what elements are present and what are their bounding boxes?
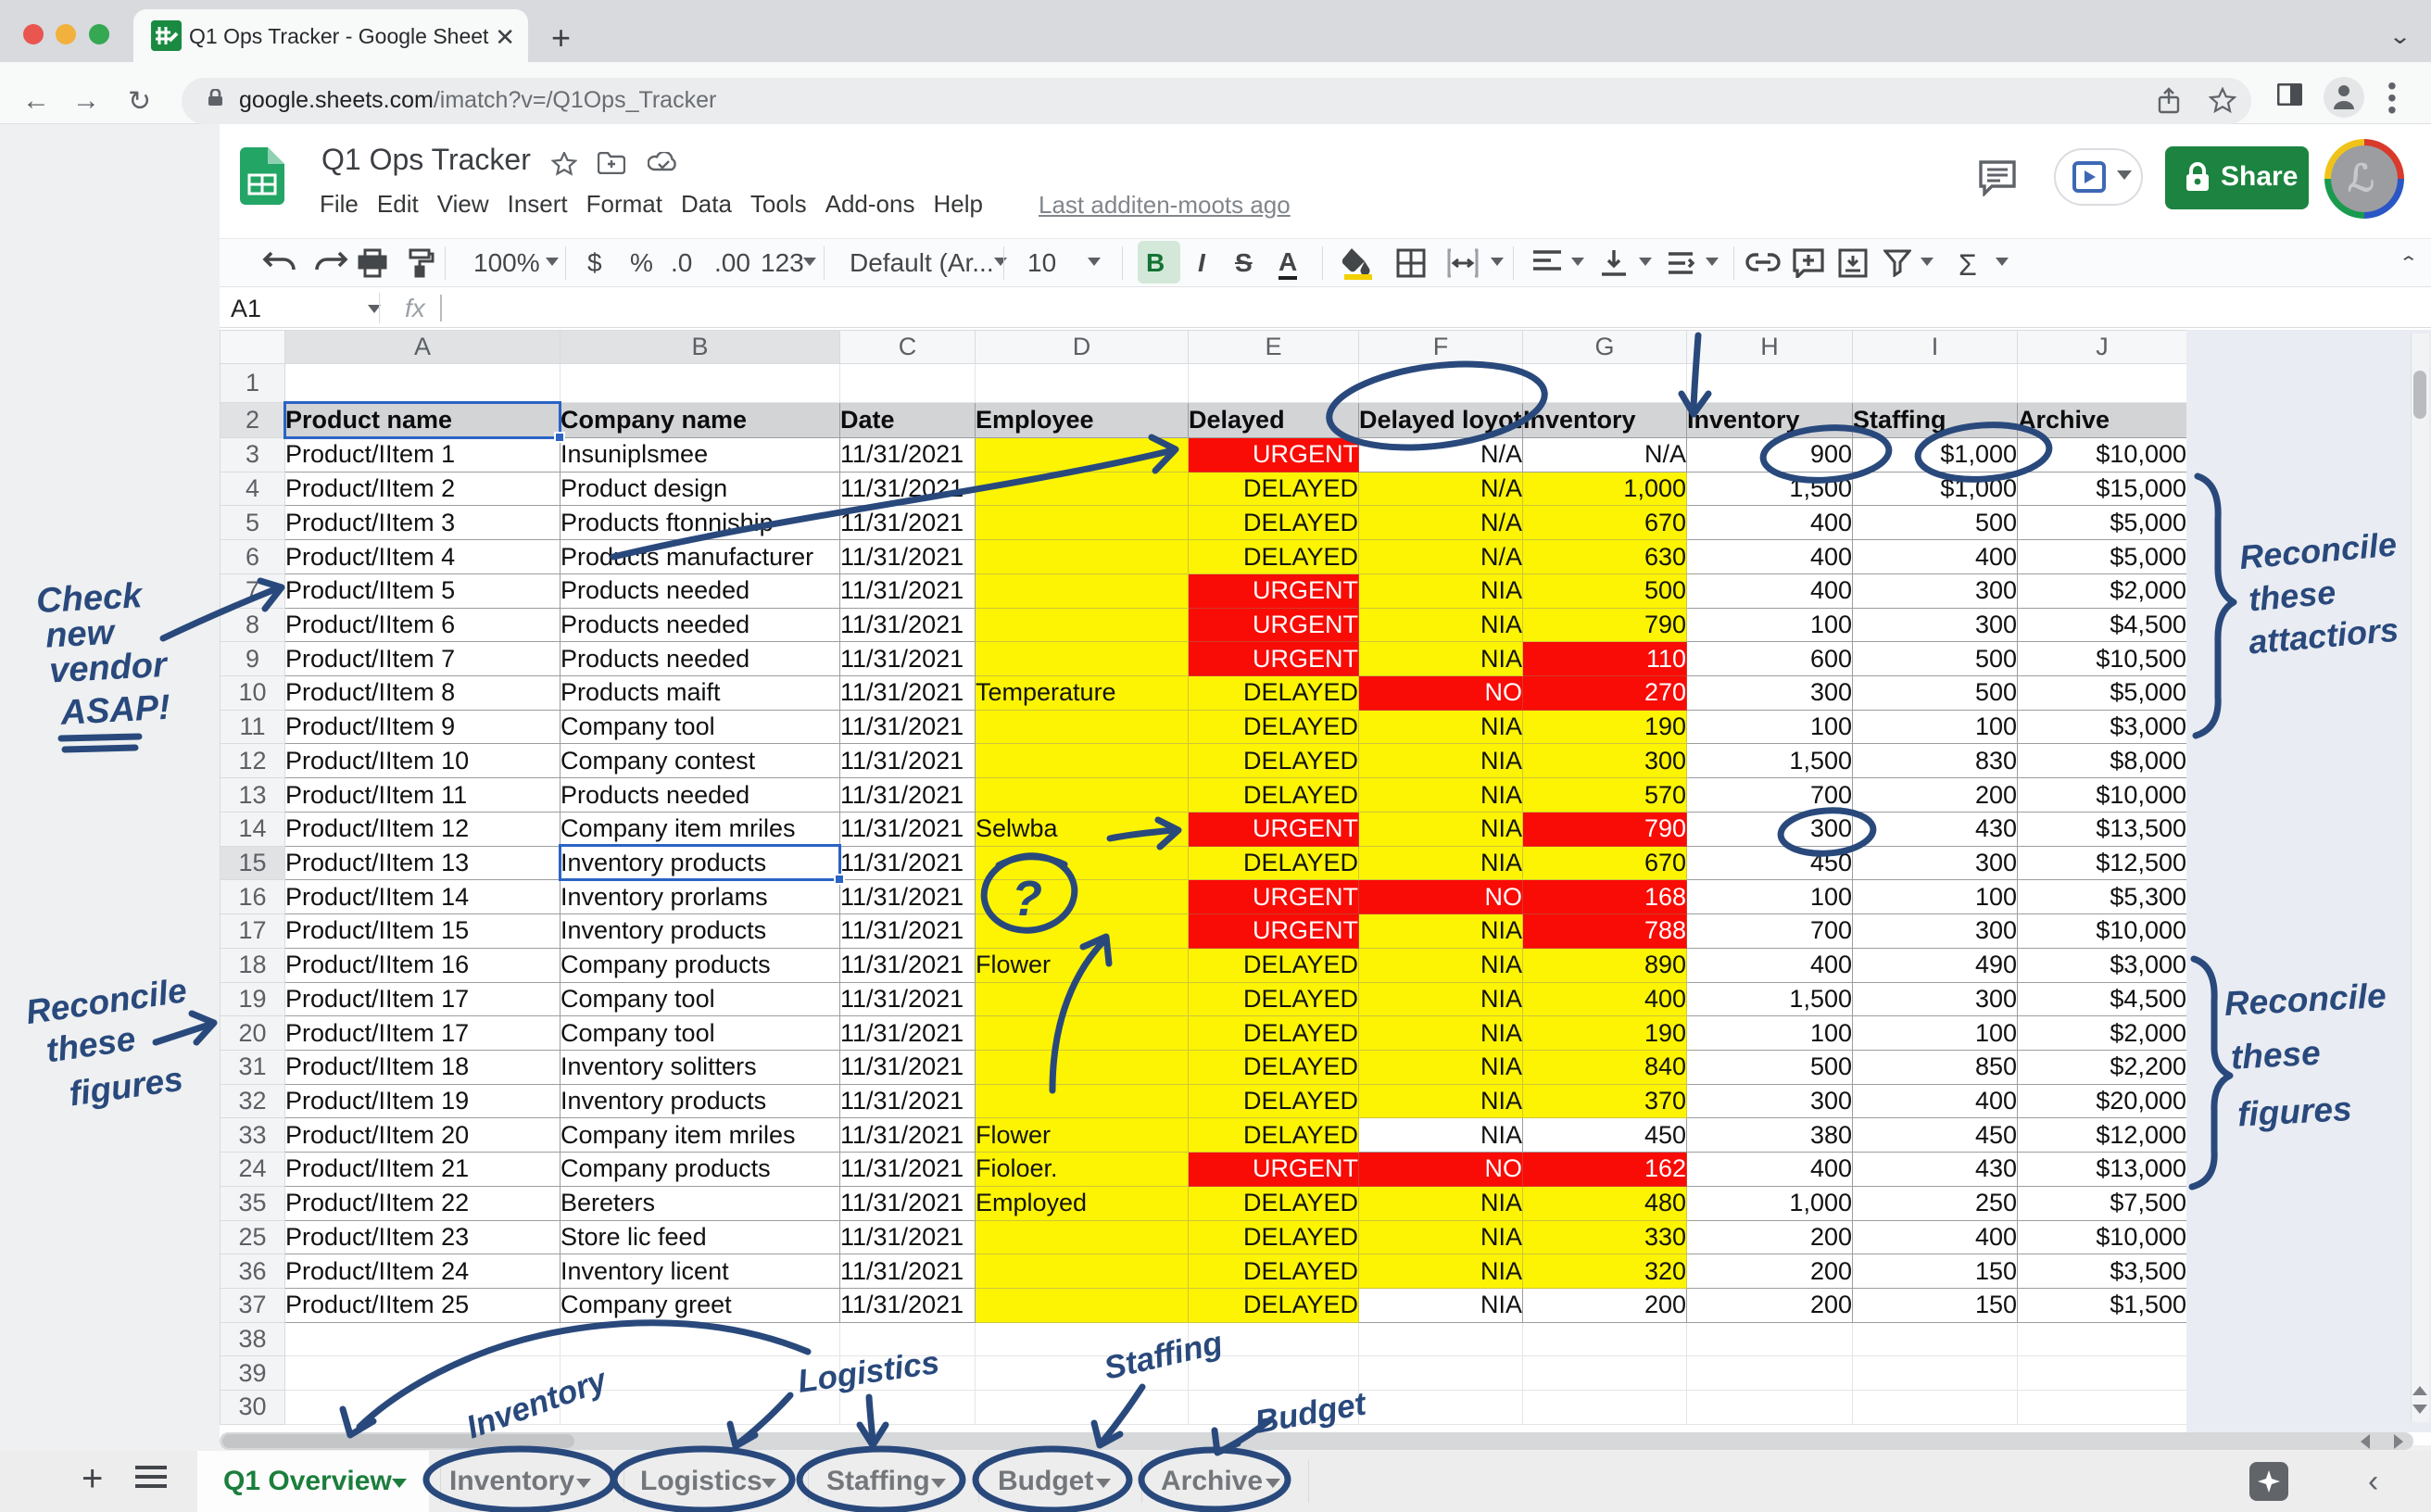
svg-text:Check: Check (35, 576, 145, 621)
svg-text:figures: figures (67, 1060, 185, 1114)
svg-text:new: new (44, 613, 117, 656)
svg-text:Reconcile: Reconcile (23, 971, 189, 1031)
svg-text:these: these (44, 1019, 137, 1069)
svg-text:ASAP!: ASAP! (59, 688, 171, 733)
svg-text:vendor: vendor (48, 646, 170, 691)
